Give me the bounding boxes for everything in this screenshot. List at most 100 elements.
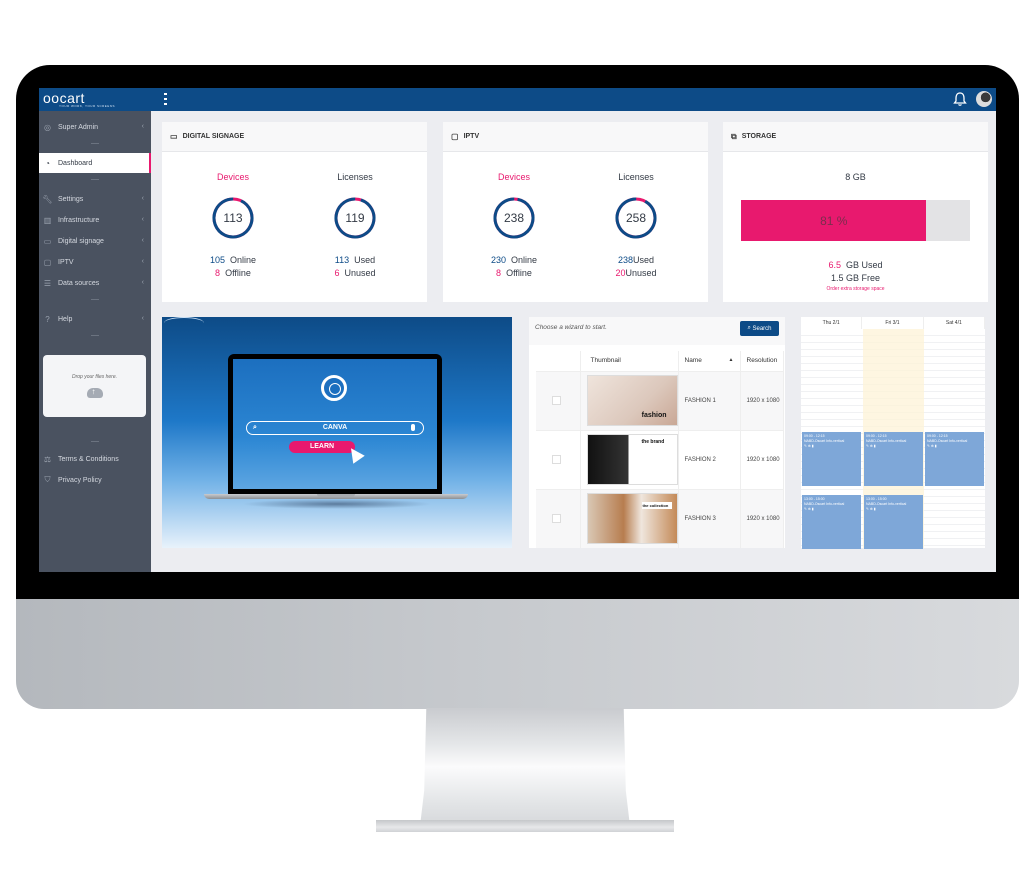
thumbnail-image[interactable]: the collection — [586, 493, 678, 545]
thumbnail-caption: the collection — [641, 502, 672, 510]
row-checkbox[interactable] — [552, 514, 561, 524]
edit-delete-icons[interactable]: ✎ ⊕ ▮ — [927, 444, 982, 449]
sidebar-link-terms[interactable]: ⚖ Terms & Conditions — [39, 449, 151, 469]
search-button[interactable]: ⌕ Search — [740, 321, 779, 336]
wrench-icon: 🔧︎ — [42, 194, 53, 204]
illustration-search-text: CANVA — [322, 424, 348, 431]
column-header-name[interactable]: Name ▲ — [678, 351, 741, 371]
sidebar-item-digital-signage[interactable]: ▭ Digital signage ‹ — [39, 231, 151, 251]
monitor-stand-neck — [420, 708, 630, 826]
logo-tagline: YOUR WORK, YOUR SCREENS — [59, 104, 115, 108]
file-dropzone[interactable]: Drop your files here. — [43, 355, 146, 417]
sidebar-item-label: Help — [58, 315, 73, 323]
iptv-card: ▢ IPTV Devices 238 230 Online 8 Offline … — [443, 122, 708, 302]
table-row[interactable]: the collection FASHION 3 1920 x 1080 — [536, 488, 784, 548]
storage-used-label: GB Used — [846, 260, 883, 270]
sidebar-item-iptv[interactable]: ▢ IPTV ‹ — [39, 252, 151, 272]
row-name: FASHION 2 — [678, 429, 741, 489]
licenses-stat: Licenses 119 113 Used 6 Unused — [310, 172, 400, 280]
sidebar-item-data-sources[interactable]: ☰ Data sources ‹ — [39, 273, 151, 293]
online-label: Online — [511, 255, 538, 265]
media-library-panel: Choose a wizard to start. ⌕ Search Thumb… — [529, 317, 785, 548]
illustration-search-bar: ⌕ CANVA — [246, 421, 424, 435]
laptop-notch — [317, 494, 355, 497]
divider — [91, 179, 99, 180]
calendar-event[interactable]: 09:00 - 12:15 NABD-Oscart Info-vertical … — [802, 432, 861, 486]
licenses-ring: 258 — [614, 196, 658, 240]
edit-delete-icons[interactable]: ✎ ⊕ ▮ — [804, 444, 859, 449]
calendar-event[interactable]: 13:00 - 15:00 NABD-Oscart Info-vertical … — [864, 495, 923, 549]
sidebar: ◎ Super Admin ‹ ◔ Dashboard 🔧︎ Settings … — [39, 111, 151, 572]
sidebar-user-super-admin[interactable]: ◎ Super Admin ‹ — [39, 117, 151, 137]
tv-icon: ▢ — [451, 132, 459, 141]
sidebar-item-label: Settings — [58, 195, 84, 203]
canva-logo-icon — [321, 375, 347, 401]
sidebar-item-label: Infrastructure — [58, 216, 100, 224]
sort-asc-icon[interactable]: ▲ — [729, 357, 734, 363]
divider — [91, 441, 99, 442]
calendar-day-header: Fri 3/1 — [862, 317, 924, 329]
devices-ring: 238 — [492, 196, 536, 240]
calendar-event[interactable]: 13:00 - 15:00 NABD-Oscart Info-vertical … — [802, 495, 861, 549]
card-header: ⧉ STORAGE — [723, 122, 988, 152]
licenses-stat: Licenses 258 238Used 20Unused — [591, 172, 681, 280]
calendar-header: Thu 2/1 Fri 3/1 Sat 4/1 — [801, 317, 985, 329]
edit-delete-icons[interactable]: ✎ ⊕ ▮ — [866, 507, 921, 512]
calendar-grid[interactable]: 09:00 - 12:15 NABD-Oscart Info-vertical … — [801, 329, 985, 549]
monitor-stand-foot — [376, 820, 674, 832]
sidebar-item-label: IPTV — [58, 258, 74, 266]
table-row[interactable]: the brand FASHION 2 1920 x 1080 — [536, 429, 784, 489]
schedule-calendar: Thu 2/1 Fri 3/1 Sat 4/1 09:00 - 12:15 NA… — [801, 317, 985, 549]
column-header-resolution[interactable]: Resolution — [740, 351, 784, 371]
sidebar-user-label: Super Admin — [58, 123, 99, 131]
licenses-total: 119 — [345, 211, 365, 225]
used-label: Used — [633, 255, 655, 265]
dashboard-gauge-icon: ◔ — [45, 158, 50, 168]
monitor-icon: ▭ — [170, 132, 178, 141]
divider — [91, 143, 99, 144]
sidebar-item-infrastructure[interactable]: ▥ Infrastructure ‹ — [39, 210, 151, 230]
table-header-row: Thumbnail Name ▲ Resolution — [536, 351, 784, 371]
sidebar-item-settings[interactable]: 🔧︎ Settings ‹ — [39, 189, 151, 209]
order-storage-link[interactable]: Order extra storage space — [723, 285, 988, 294]
sidebar-item-label: Privacy Policy — [58, 476, 102, 484]
offline-count: 8 — [496, 268, 502, 278]
row-checkbox[interactable] — [552, 396, 561, 405]
stat-title: Licenses — [337, 172, 373, 182]
sidebar-item-dashboard[interactable]: ◔ Dashboard — [39, 153, 151, 173]
stat-title: Devices — [216, 172, 249, 182]
user-avatar[interactable] — [976, 91, 992, 107]
chevron-left-icon: ‹ — [141, 123, 144, 130]
chevron-left-icon: ‹ — [141, 216, 144, 223]
devices-stat: Devices 238 230 Online 8 Offline — [469, 172, 559, 280]
devices-ring: 113 — [211, 196, 255, 240]
storage-card: ⧉ STORAGE 8 GB 81 % 6.5 GB Used 1.5 GB F… — [723, 122, 988, 302]
column-header-thumbnail[interactable]: Thumbnail — [580, 351, 679, 371]
calendar-event[interactable]: 09:00 - 12:15 NABD-Oscart Info-vertical … — [925, 432, 984, 486]
calendar-event[interactable]: 09:00 - 12:15 NABD-Oscart Info-vertical … — [864, 432, 923, 486]
thumbnail-image[interactable]: fashion — [586, 375, 678, 426]
vertical-dots-icon[interactable] — [164, 93, 167, 105]
thumbnail-image[interactable]: the brand — [586, 434, 678, 485]
sidebar-link-privacy[interactable]: ⛉ Privacy Policy — [39, 470, 151, 490]
canva-promo-banner[interactable]: ⌕ CANVA LEARN — [162, 317, 512, 548]
logo[interactable]: oocart YOUR WORK, YOUR SCREENS — [43, 90, 114, 108]
row-checkbox[interactable] — [552, 455, 561, 464]
digital-signage-card: ▭ DIGITAL SIGNAGE Devices 113 105 Online… — [162, 122, 427, 302]
devices-stat: Devices 113 105 Online 8 Offline — [188, 172, 278, 280]
table-row[interactable]: fashion FASHION 1 1920 x 1080 — [536, 370, 784, 430]
thumbnail-caption: fashion — [641, 412, 667, 419]
thumbnail-caption: the brand — [641, 439, 665, 445]
edit-delete-icons[interactable]: ✎ ⊕ ▮ — [804, 507, 859, 512]
used-label: Used — [354, 255, 376, 265]
eye-slash-icon: ◎ — [44, 122, 51, 132]
card-header: ▭ DIGITAL SIGNAGE — [162, 122, 427, 152]
devices-total: 113 — [223, 211, 243, 225]
edit-delete-icons[interactable]: ✎ ⊕ ▮ — [866, 444, 921, 449]
storage-icon: ⧉ — [731, 131, 737, 141]
sidebar-item-help[interactable]: ? Help ‹ — [39, 309, 151, 329]
monitor-chin — [16, 599, 1019, 709]
bell-icon[interactable] — [952, 91, 968, 107]
chevron-left-icon: ‹ — [141, 195, 144, 202]
row-resolution: 1920 x 1080 — [740, 429, 784, 489]
